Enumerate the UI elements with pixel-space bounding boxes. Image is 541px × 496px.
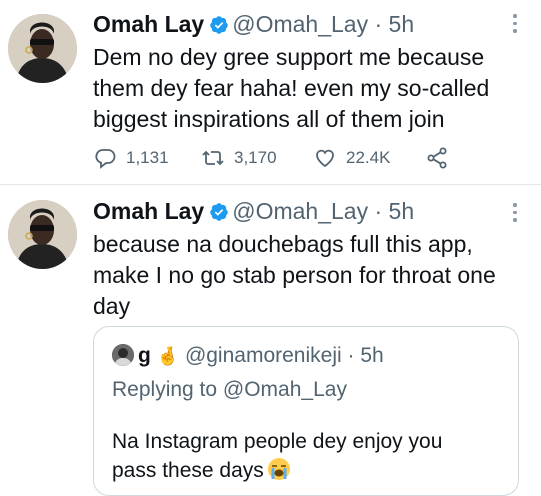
avatar-image xyxy=(8,200,77,269)
more-icon[interactable] xyxy=(513,203,519,226)
reply-button[interactable]: 1,131 xyxy=(93,146,169,170)
separator-dot: · xyxy=(347,344,355,367)
tweet-header: Omah Lay @Omah_Lay · 5h xyxy=(93,197,414,225)
display-name[interactable]: Omah Lay xyxy=(93,11,204,37)
avatar[interactable] xyxy=(8,200,77,269)
quoted-display-name[interactable]: g xyxy=(138,344,151,367)
like-button[interactable]: 22.4K xyxy=(313,146,390,170)
loudly-crying-face-icon xyxy=(267,458,290,480)
quoted-timestamp[interactable]: 5h xyxy=(360,344,383,367)
tweet-text-line: make I no go stab person for throat one xyxy=(93,262,496,288)
handle[interactable]: @Omah_Lay xyxy=(232,11,368,37)
quoted-avatar-image xyxy=(112,344,134,366)
tweet-text-line: biggest inspirations all of them join xyxy=(93,106,445,132)
tweet-text: Dem no dey gree support me because them … xyxy=(93,42,523,135)
tweet-text-line: Dem no dey gree support me because xyxy=(93,44,485,70)
tweet-text-line: because na douchebags full this app, xyxy=(93,231,473,257)
retweet-icon xyxy=(202,150,224,166)
tweet-header: Omah Lay @Omah_Lay · 5h xyxy=(93,10,414,38)
retweet-count: 3,170 xyxy=(234,148,277,167)
tweet-divider xyxy=(0,184,541,185)
avatar[interactable] xyxy=(8,14,77,83)
quoted-handle[interactable]: @ginamorenikeji xyxy=(185,344,342,367)
like-count: 22.4K xyxy=(346,148,391,167)
separator-dot: · xyxy=(374,11,383,37)
tweet-text: because na douchebags full this app, mak… xyxy=(93,229,523,322)
reply-icon xyxy=(95,149,116,169)
tweet-text-line: them dey fear haha! even my so-called xyxy=(93,75,490,101)
display-name[interactable]: Omah Lay xyxy=(93,198,204,224)
quoted-avatar[interactable] xyxy=(112,344,134,366)
timestamp[interactable]: 5h xyxy=(389,11,415,37)
tweet-text-line: day xyxy=(93,293,131,319)
verified-badge-icon xyxy=(210,203,228,221)
separator-dot: · xyxy=(374,198,383,224)
share-button[interactable] xyxy=(425,146,458,170)
quoted-text-line-with-emoji: pass these days xyxy=(112,456,502,485)
replying-to[interactable]: Replying to @Omah_Lay xyxy=(112,378,347,402)
crossed-fingers-emoji: 🤞 xyxy=(156,346,180,366)
quoted-tweet[interactable]: g 🤞 @ginamorenikeji · 5h Replying to @Om… xyxy=(93,326,519,496)
quoted-tweet-header: g 🤞 @ginamorenikeji · 5h xyxy=(112,344,384,368)
quoted-text-line: pass these days xyxy=(112,459,264,482)
handle[interactable]: @Omah_Lay xyxy=(232,198,368,224)
share-icon xyxy=(427,147,447,169)
quoted-text-line: Na Instagram people dey enjoy you xyxy=(112,430,443,453)
verified-badge-icon xyxy=(210,16,228,34)
quoted-tweet-text: Na Instagram people dey enjoy you pass t… xyxy=(112,427,502,485)
more-icon[interactable] xyxy=(513,14,519,37)
crying-emoji xyxy=(267,457,291,481)
reply-count: 1,131 xyxy=(126,148,169,167)
avatar-image xyxy=(8,14,77,83)
retweet-button[interactable]: 3,170 xyxy=(201,146,277,170)
timestamp[interactable]: 5h xyxy=(389,198,415,224)
heart-icon xyxy=(316,149,334,168)
